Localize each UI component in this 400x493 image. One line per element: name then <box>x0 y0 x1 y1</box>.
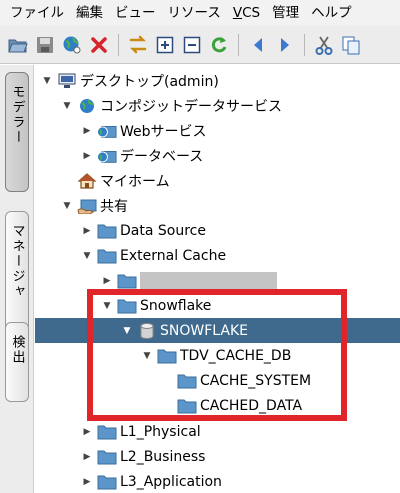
collapse-arrow-icon[interactable]: ▼ <box>61 93 73 118</box>
folder-icon <box>117 297 137 315</box>
database-folder-icon <box>97 147 117 165</box>
save-icon[interactable] <box>33 33 57 57</box>
menu-edit[interactable]: 編集 <box>70 0 109 26</box>
tree-node-l2-business[interactable]: ▶ L2_Business <box>35 444 400 469</box>
tree-node-tdv-cache-db[interactable]: ▼ TDV_CACHE_DB <box>35 343 400 368</box>
home-icon <box>77 172 97 190</box>
tree-node-label: データベース <box>120 148 204 165</box>
tree-node-label: Data Source <box>120 222 206 239</box>
expand-arrow-icon[interactable]: ▶ <box>81 469 93 493</box>
menu-bar: ファイル 編集 ビュー リソース VCS 管理 ヘルプ <box>0 0 400 26</box>
tree-node-data-source[interactable]: ▶ Data Source <box>35 218 400 243</box>
collapse-arrow-icon[interactable]: ▼ <box>141 343 153 368</box>
folder-icon <box>157 347 177 365</box>
globe-icon[interactable] <box>60 33 84 57</box>
tree-node-l3-application[interactable]: ▶ L3_Application <box>35 469 400 493</box>
folder-icon <box>97 423 117 441</box>
menu-vcs[interactable]: VCS <box>227 0 266 26</box>
collapse-arrow-icon[interactable]: ▼ <box>121 318 133 343</box>
menu-help[interactable]: ヘルプ <box>305 0 358 26</box>
folder-icon <box>97 247 117 265</box>
tab-discovery[interactable]: 検出 <box>5 322 29 402</box>
swap-icon[interactable] <box>126 33 150 57</box>
tree-node-label: L1_Physical <box>120 423 201 440</box>
cut-icon[interactable] <box>312 33 336 57</box>
expand-arrow-icon[interactable]: ▶ <box>81 419 93 444</box>
expand-icon[interactable] <box>153 33 177 57</box>
copy-icon[interactable] <box>339 33 363 57</box>
tree-node-redacted[interactable]: ▶ <box>35 268 400 293</box>
resource-tree: ▼ デスクトップ(admin) ▼ コンポジットデータサービス ▶ Webサービ… <box>35 65 400 493</box>
tree-node-label: External Cache <box>120 247 227 264</box>
tree-node-label: コンポジットデータサービス <box>100 98 282 115</box>
collapse-arrow-icon[interactable]: ▼ <box>101 293 113 318</box>
tree-node-web-services[interactable]: ▶ Webサービス <box>35 118 400 143</box>
tree-node-label: Snowflake <box>140 297 212 314</box>
tree-node-label: Webサービス <box>120 123 207 140</box>
menu-view[interactable]: ビュー <box>109 0 162 26</box>
forward-icon[interactable] <box>273 33 297 57</box>
redacted-label <box>140 272 277 289</box>
folder-icon <box>97 473 117 491</box>
tab-modeler-label: モデラー <box>9 85 25 145</box>
collapse-arrow-icon[interactable]: ▼ <box>41 68 53 93</box>
refresh-icon[interactable] <box>207 33 231 57</box>
tree-node-label: CACHED_DATA <box>200 397 303 414</box>
tree-node-label: SNOWFLAKE <box>160 322 248 339</box>
tab-modeler[interactable]: モデラー <box>5 72 29 192</box>
toolbar-separator <box>118 33 119 56</box>
side-tab-panel: モデラー マネージャ 検出 <box>0 65 34 493</box>
expand-arrow-icon[interactable]: ▶ <box>81 143 93 168</box>
tree-node-label: デスクトップ(admin) <box>80 73 219 90</box>
tree-node-snowflake-datasource[interactable]: ▼ SNOWFLAKE <box>35 318 400 343</box>
database-icon <box>137 322 157 340</box>
toolbar-separator <box>238 33 239 56</box>
folder-icon <box>97 448 117 466</box>
tree-node-label: CACHE_SYSTEM <box>200 372 312 389</box>
shared-folder-icon <box>77 197 97 215</box>
expand-arrow-icon[interactable]: ▶ <box>81 218 93 243</box>
expand-arrow-icon[interactable]: ▶ <box>101 268 113 293</box>
collapse-arrow-icon[interactable]: ▼ <box>61 193 73 218</box>
collapse-arrow-icon[interactable]: ▼ <box>81 243 93 268</box>
web-folder-icon <box>97 122 117 140</box>
tab-discovery-label: 検出 <box>9 335 25 365</box>
menu-admin[interactable]: 管理 <box>266 0 305 26</box>
tree-node-cached-data[interactable]: CACHED_DATA <box>35 393 400 418</box>
tree-node-my-home[interactable]: マイホーム <box>35 168 400 193</box>
tree-node-l1-physical[interactable]: ▶ L1_Physical <box>35 419 400 444</box>
collapse-icon[interactable] <box>180 33 204 57</box>
toolbar <box>0 26 400 64</box>
folder-icon <box>117 272 137 290</box>
folder-icon <box>177 397 197 415</box>
tree-node-label: L3_Application <box>120 473 222 490</box>
tree-node-label: 共有 <box>100 198 128 215</box>
open-folder-icon[interactable] <box>6 33 30 57</box>
computer-icon <box>57 72 77 90</box>
tree-node-desktop[interactable]: ▼ デスクトップ(admin) <box>35 68 400 93</box>
menu-resource[interactable]: リソース <box>162 0 227 26</box>
folder-icon <box>97 222 117 240</box>
toolbar-separator <box>304 33 305 56</box>
tree-node-composite[interactable]: ▼ コンポジットデータサービス <box>35 93 400 118</box>
tree-node-databases[interactable]: ▶ データベース <box>35 143 400 168</box>
tree-node-label: L2_Business <box>120 448 206 465</box>
tree-node-shared[interactable]: ▼ 共有 <box>35 193 400 218</box>
tree-node-label: TDV_CACHE_DB <box>180 347 292 364</box>
folder-icon <box>177 372 197 390</box>
tree-node-label: マイホーム <box>100 173 170 190</box>
tree-node-cache-system[interactable]: CACHE_SYSTEM <box>35 368 400 393</box>
tree-node-external-cache[interactable]: ▼ External Cache <box>35 243 400 268</box>
delete-icon[interactable] <box>87 33 111 57</box>
expand-arrow-icon[interactable]: ▶ <box>81 444 93 469</box>
expand-arrow-icon[interactable]: ▶ <box>81 118 93 143</box>
back-icon[interactable] <box>246 33 270 57</box>
tree-node-snowflake-folder[interactable]: ▼ Snowflake <box>35 293 400 318</box>
menu-file[interactable]: ファイル <box>4 0 70 26</box>
globe-icon <box>77 97 97 115</box>
